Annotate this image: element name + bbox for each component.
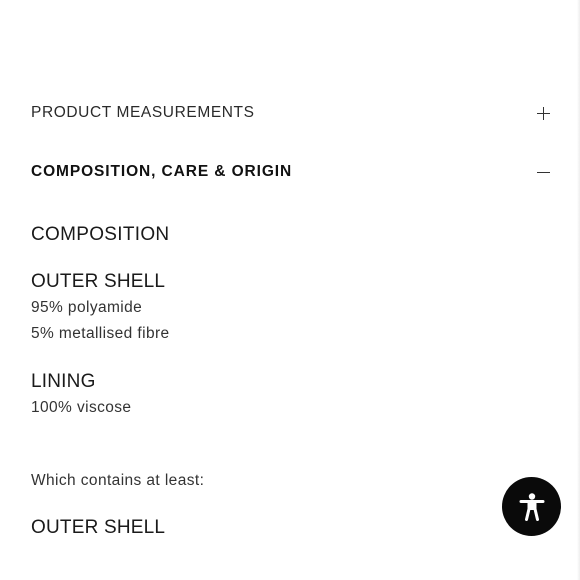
outer-shell-heading: OUTER SHELL [31,271,166,292]
accordion-composition-care-origin[interactable]: COMPOSITION, CARE & ORIGIN [31,160,550,184]
lining-heading: LINING [31,371,96,392]
contains-note: Which contains at least: [31,472,205,489]
accessibility-icon [519,492,544,521]
product-details-panel: PRODUCT MEASUREMENTS COMPOSITION, CARE &… [0,0,580,580]
accessibility-button[interactable] [502,477,561,536]
accordion-product-measurements[interactable]: PRODUCT MEASUREMENTS [31,101,550,125]
composition-heading: COMPOSITION [31,224,170,245]
accordion-composition-care-origin-label: COMPOSITION, CARE & ORIGIN [31,163,293,180]
minus-icon[interactable] [537,166,550,179]
lining-material-1: 100% viscose [31,399,132,416]
plus-icon[interactable] [537,106,550,120]
outer-shell-material-1: 95% polyamide [31,299,143,316]
accordion-product-measurements-label: PRODUCT MEASUREMENTS [31,104,255,121]
outer-shell-material-2: 5% metallised fibre [31,325,170,342]
outer-shell-heading-2: OUTER SHELL [31,517,166,538]
